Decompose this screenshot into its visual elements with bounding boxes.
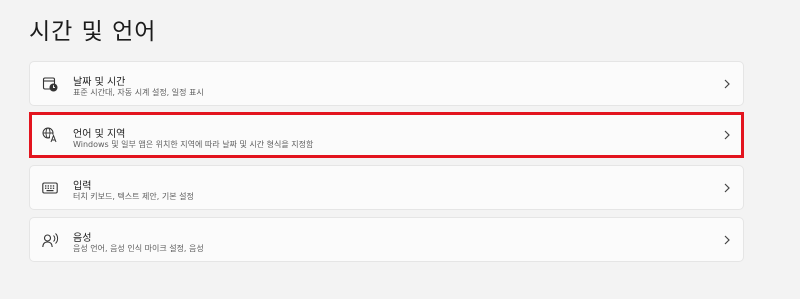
settings-item-subtitle: 음성 언어, 음성 인식 마이크 설정, 음성 — [73, 244, 204, 253]
settings-item-subtitle: 표준 시간대, 자동 시계 설정, 일정 표시 — [73, 88, 204, 97]
language-icon — [41, 126, 59, 144]
settings-item-title: 음성 — [73, 233, 92, 244]
chevron-right-icon — [724, 79, 730, 88]
calendar-clock-icon — [41, 75, 59, 93]
keyboard-icon — [41, 179, 59, 197]
chevron-right-icon — [724, 130, 730, 140]
settings-item-title: 언어 및 지역 — [73, 129, 126, 140]
speech-icon — [41, 231, 59, 249]
settings-item-subtitle: 터치 키보드, 텍스트 제안, 기본 설정 — [73, 192, 194, 201]
settings-item-title: 날짜 및 시간 — [73, 77, 126, 88]
chevron-right-icon — [724, 235, 730, 244]
settings-item-speech[interactable]: 음성 음성 언어, 음성 인식 마이크 설정, 음성 — [29, 217, 744, 262]
chevron-right-icon — [724, 183, 730, 192]
page-title: 시간 및 언어 — [29, 19, 157, 45]
settings-item-date-time[interactable]: 날짜 및 시간 표준 시간대, 자동 시계 설정, 일정 표시 — [29, 61, 744, 106]
settings-item-typing[interactable]: 입력 터치 키보드, 텍스트 제안, 기본 설정 — [29, 165, 744, 210]
settings-item-title: 입력 — [73, 181, 92, 192]
settings-item-language-region[interactable]: 언어 및 지역 Windows 및 일부 앱은 위치한 지역에 따라 날짜 및 … — [29, 112, 744, 158]
settings-item-subtitle: Windows 및 일부 앱은 위치한 지역에 따라 날짜 및 시간 형식을 지… — [73, 140, 314, 149]
